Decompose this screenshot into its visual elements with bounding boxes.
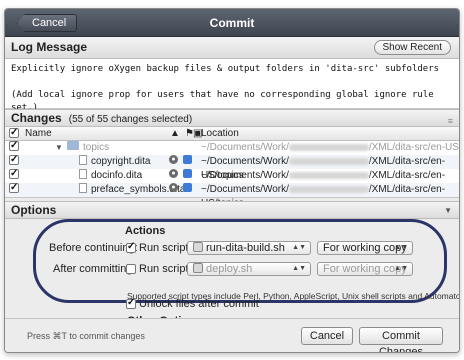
changes-count: (55 of 55 changes selected) [68, 114, 193, 125]
property-status-icon [183, 155, 192, 164]
redacted-path [288, 185, 369, 193]
show-recent-button[interactable]: Show Recent [373, 40, 451, 55]
after-run-script-checkbox[interactable] [126, 264, 136, 274]
document-icon [79, 155, 87, 165]
row-name: copyright.dita [91, 156, 151, 167]
row-name: topics [83, 142, 110, 153]
table-row[interactable]: ▼ topics ~/Documents/Work/ /XML/dita-src/… [5, 139, 459, 155]
popup-arrows-icon: ▲▼ [394, 265, 408, 272]
options-header[interactable]: Options ▼ [5, 201, 459, 219]
select-all-checkbox[interactable] [9, 126, 19, 139]
log-message-header: Log Message Show Recent [5, 37, 459, 59]
log-line-1: Explicitly ignore oXygen backup files & … [11, 64, 440, 74]
document-icon [79, 169, 87, 179]
col-name[interactable]: Name [25, 127, 52, 140]
property-status-icon [183, 169, 192, 178]
log-message-heading: Log Message [11, 40, 88, 54]
redacted-path [288, 171, 369, 179]
row-location-prefix: ~/Documents/Work/ [201, 142, 289, 153]
collapse-triangle-icon[interactable]: ▼ [444, 202, 452, 219]
dialog-footer: Press ⌘T to commit changes Cancel Commit… [5, 318, 459, 352]
row-location-suffix: /XML/dita-src/en-US [368, 142, 459, 153]
folder-icon [67, 141, 79, 150]
row-checkbox[interactable] [9, 153, 19, 167]
row-checkbox[interactable] [9, 181, 19, 195]
table-row[interactable]: docinfo.dita ● ~/Documents/Work//XML/dit… [5, 167, 459, 195]
row-location-prefix: ~/Documents/Work/ [201, 184, 289, 195]
row-checkbox[interactable] [9, 139, 19, 153]
row-checkbox[interactable] [9, 167, 19, 181]
actions-heading: Actions [125, 225, 166, 237]
row-name: docinfo.dita [91, 170, 143, 181]
window-title: Commit [209, 16, 255, 30]
redacted-path [288, 157, 369, 165]
modified-status-icon: ● [169, 155, 178, 164]
modified-status-icon: ● [169, 169, 178, 178]
before-run-script-label[interactable]: Run script: [139, 242, 192, 254]
sort-indicator-icon: ▲ [170, 128, 180, 139]
title-bar: Cancel Commit [5, 9, 459, 37]
before-scope-popup[interactable]: For working copy ▲▼ [317, 241, 413, 255]
document-icon [79, 183, 87, 193]
after-run-script-label[interactable]: Run script: [139, 263, 192, 275]
unlock-files-checkbox[interactable] [126, 297, 136, 309]
commit-changes-button[interactable]: Commit Changes [359, 327, 443, 352]
popup-arrows-icon: ▲▼ [394, 244, 408, 251]
cancel-button[interactable]: Cancel [301, 327, 353, 345]
after-committing-label: After committing: [53, 263, 136, 275]
changes-column-header: Name ▲ ⚑ ▣ Location [5, 126, 459, 141]
redacted-path [288, 143, 369, 151]
after-script-popup[interactable]: deploy.sh ▲▼ [187, 262, 311, 276]
popup-arrows-icon: ▲▼ [292, 265, 306, 272]
shell-script-icon [193, 242, 203, 252]
table-row[interactable]: preface_symbols.dita ● ~/Documents/Work/… [5, 181, 459, 209]
changes-table: ▼ topics ~/Documents/Work/ /XML/dita-src/… [5, 139, 459, 209]
before-script-value: run-dita-build.sh [206, 242, 285, 254]
col-location[interactable]: Location [201, 127, 239, 140]
row-location-prefix: ~/Documents/Work/ [201, 156, 289, 167]
before-continuing-label: Before continuing: [49, 242, 138, 254]
table-row[interactable]: copyright.dita ● ~/Documents/Work//XML/d… [5, 153, 459, 181]
log-message-input[interactable]: Explicitly ignore oXygen backup files & … [5, 59, 459, 113]
modified-status-icon: ● [169, 183, 178, 192]
property-status-icon [183, 183, 192, 192]
commit-shortcut-hint: Press ⌘T to commit changes [27, 331, 145, 341]
after-scope-popup[interactable]: For working copy ▲▼ [317, 262, 413, 276]
unlock-files-label[interactable]: Unlock files after commit [139, 298, 259, 310]
options-heading: Options [11, 203, 57, 217]
commit-dialog: Cancel Commit Log Message Show Recent Ex… [4, 8, 460, 353]
row-location-prefix: ~/Documents/Work/ [201, 170, 289, 181]
popup-arrows-icon: ▲▼ [292, 244, 306, 251]
changes-header: Changes (55 of 55 changes selected) ≡ [5, 109, 459, 127]
disclosure-triangle-icon[interactable]: ▼ [55, 141, 63, 155]
before-script-popup[interactable]: run-dita-build.sh ▲▼ [187, 241, 311, 255]
shell-script-icon [193, 263, 203, 273]
before-run-script-checkbox[interactable] [126, 241, 136, 253]
after-script-value: deploy.sh [206, 263, 253, 275]
changes-heading: Changes [11, 111, 62, 125]
